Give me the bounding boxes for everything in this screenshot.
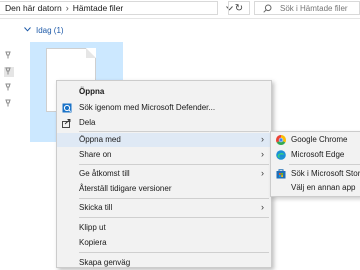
pin-icon[interactable] — [4, 67, 14, 77]
menu-item-label: Ge åtkomst till — [79, 169, 130, 178]
menu-separator — [79, 252, 269, 253]
chevron-right-icon: › — [261, 134, 264, 144]
refresh-icon: ↻ — [234, 2, 244, 14]
defender-shield-icon — [62, 103, 72, 113]
menu-separator — [79, 131, 269, 132]
submenu-item-google-chrome[interactable]: Google Chrome — [271, 133, 360, 147]
menu-item-scan-defender[interactable]: Sök igenom med Microsoft Defender... — [57, 101, 271, 115]
group-label: Idag (1) — [36, 26, 64, 35]
menu-item-label: Dela — [79, 118, 96, 127]
open-with-submenu: Google Chrome Microsoft Edge Sök i Micro… — [270, 131, 360, 197]
address-bar: Den här datorn › Hämtade filer ↻ — [0, 0, 360, 19]
chevron-right-icon: › — [261, 202, 264, 212]
menu-item-label: Sök igenom med Microsoft Defender... — [79, 103, 216, 112]
breadcrumb-item-this-pc[interactable]: Den här datorn — [5, 3, 62, 13]
menu-item-label: Öppna — [79, 87, 105, 96]
refresh-button[interactable]: ↻ — [228, 1, 250, 15]
search-box[interactable] — [254, 1, 360, 15]
pin-icon[interactable] — [4, 83, 14, 93]
chevron-down-icon — [24, 27, 31, 34]
menu-item-copy[interactable]: Kopiera — [57, 236, 271, 250]
menu-item-label: Öppna med — [79, 135, 121, 144]
navigation-pane — [0, 19, 18, 266]
menu-item-create-shortcut[interactable]: Skapa genväg — [57, 256, 271, 270]
menu-item-open[interactable]: Öppna — [57, 85, 271, 99]
menu-separator — [79, 164, 269, 165]
search-input[interactable] — [280, 3, 360, 13]
menu-item-share-on[interactable]: Share on › — [57, 148, 271, 162]
submenu-item-label: Välj en annan app — [291, 183, 356, 192]
menu-item-cut[interactable]: Klipp ut — [57, 221, 271, 235]
context-menu: Öppna Sök igenom med Microsoft Defender.… — [56, 80, 272, 268]
menu-item-label: Klipp ut — [79, 223, 106, 232]
menu-item-share[interactable]: Dela — [57, 116, 271, 130]
group-header-today[interactable]: Idag (1) — [24, 26, 64, 35]
pin-icon[interactable] — [4, 51, 14, 61]
share-icon — [62, 118, 72, 128]
breadcrumb-separator: › — [65, 3, 69, 13]
store-icon — [276, 169, 286, 179]
search-icon — [263, 4, 272, 13]
submenu-item-label: Google Chrome — [291, 135, 348, 144]
menu-item-give-access[interactable]: Ge åtkomst till › — [57, 167, 271, 181]
menu-item-label: Share on — [79, 150, 112, 159]
submenu-separator — [289, 164, 360, 165]
menu-separator — [79, 217, 269, 218]
pin-icon[interactable] — [4, 99, 14, 109]
chevron-right-icon: › — [261, 149, 264, 159]
menu-item-label: Kopiera — [79, 238, 107, 247]
submenu-item-microsoft-edge[interactable]: Microsoft Edge — [271, 148, 360, 162]
menu-item-label: Skicka till — [79, 203, 113, 212]
menu-item-restore-versions[interactable]: Återställ tidigare versioner — [57, 182, 271, 196]
breadcrumb[interactable]: Den här datorn › Hämtade filer — [0, 1, 218, 15]
chevron-right-icon: › — [261, 168, 264, 178]
menu-item-open-with[interactable]: Öppna med › — [57, 133, 271, 147]
submenu-item-label: Sök i Microsoft Store — [291, 169, 360, 178]
breadcrumb-item-downloads[interactable]: Hämtade filer — [73, 3, 124, 13]
submenu-item-label: Microsoft Edge — [291, 150, 345, 159]
menu-item-send-to[interactable]: Skicka till › — [57, 201, 271, 215]
edge-icon — [276, 150, 286, 160]
submenu-item-microsoft-store[interactable]: Sök i Microsoft Store — [271, 167, 360, 181]
menu-item-label: Återställ tidigare versioner — [79, 184, 172, 193]
submenu-item-choose-another-app[interactable]: Välj en annan app — [271, 181, 360, 195]
chrome-icon — [276, 135, 286, 145]
menu-separator — [79, 198, 269, 199]
